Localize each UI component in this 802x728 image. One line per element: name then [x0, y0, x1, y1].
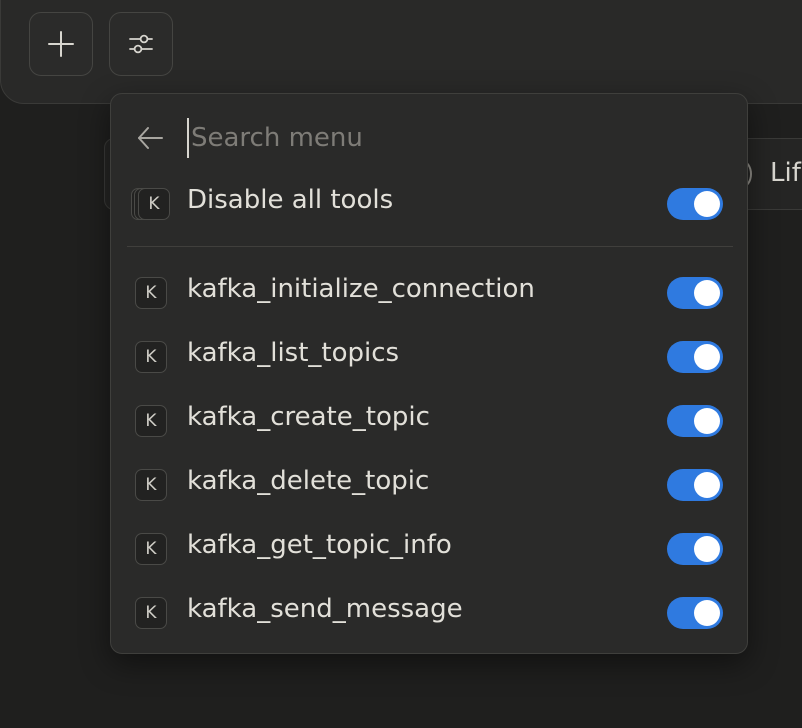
tool-toggle[interactable]: [667, 405, 723, 437]
disable-all-label: Disable all tools: [187, 185, 394, 215]
toggle-knob: [694, 191, 720, 217]
k-badge-icon: K: [135, 341, 167, 373]
tools-menu: K Disable all tools K kafka_initialize_c…: [110, 93, 748, 654]
tool-toggle[interactable]: [667, 341, 723, 373]
toggle-knob: [694, 280, 720, 306]
k-badge-icon: K: [135, 597, 167, 629]
stacked-badge: K: [129, 188, 170, 220]
arrow-left-icon[interactable]: [135, 124, 165, 152]
toggle-knob: [694, 344, 720, 370]
k-badge-icon: K: [138, 188, 170, 220]
tool-row-kafka-get-topic-info[interactable]: K kafka_get_topic_info: [111, 520, 747, 576]
tool-label: kafka_list_topics: [187, 338, 400, 368]
tool-toggle[interactable]: [667, 597, 723, 629]
tool-row-kafka-send-message[interactable]: K kafka_send_message: [111, 584, 747, 640]
tool-label: kafka_send_message: [187, 594, 463, 624]
tools-button[interactable]: [109, 12, 173, 76]
tool-row-kafka-initialize-connection[interactable]: K kafka_initialize_connection: [111, 264, 747, 320]
tool-label: kafka_delete_topic: [187, 466, 430, 496]
toggle-knob: [694, 600, 720, 626]
sliders-icon: [129, 34, 153, 54]
search-row: [111, 114, 747, 162]
toggle-knob: [694, 472, 720, 498]
menu-divider: [127, 246, 733, 247]
add-button[interactable]: [29, 12, 93, 76]
k-badge-icon: K: [135, 405, 167, 437]
k-badge-icon: K: [135, 277, 167, 309]
tool-label: kafka_create_topic: [187, 402, 430, 432]
disable-all-row[interactable]: K Disable all tools: [111, 175, 747, 231]
k-badge-icon: K: [135, 469, 167, 501]
tool-row-kafka-list-topics[interactable]: K kafka_list_topics: [111, 328, 747, 384]
tool-label: kafka_initialize_connection: [187, 274, 535, 304]
tool-row-kafka-create-topic[interactable]: K kafka_create_topic: [111, 392, 747, 448]
tool-label: kafka_get_topic_info: [187, 530, 452, 560]
tool-toggle[interactable]: [667, 277, 723, 309]
search-input[interactable]: [187, 118, 651, 158]
tool-toggle[interactable]: [667, 469, 723, 501]
disable-all-toggle[interactable]: [667, 188, 723, 220]
tool-row-kafka-delete-topic[interactable]: K kafka_delete_topic: [111, 456, 747, 512]
toggle-knob: [694, 408, 720, 434]
toggle-knob: [694, 536, 720, 562]
plus-icon: [48, 31, 74, 57]
background-chip-label: Lif: [770, 158, 801, 188]
k-badge-icon: K: [135, 533, 167, 565]
tool-toggle[interactable]: [667, 533, 723, 565]
